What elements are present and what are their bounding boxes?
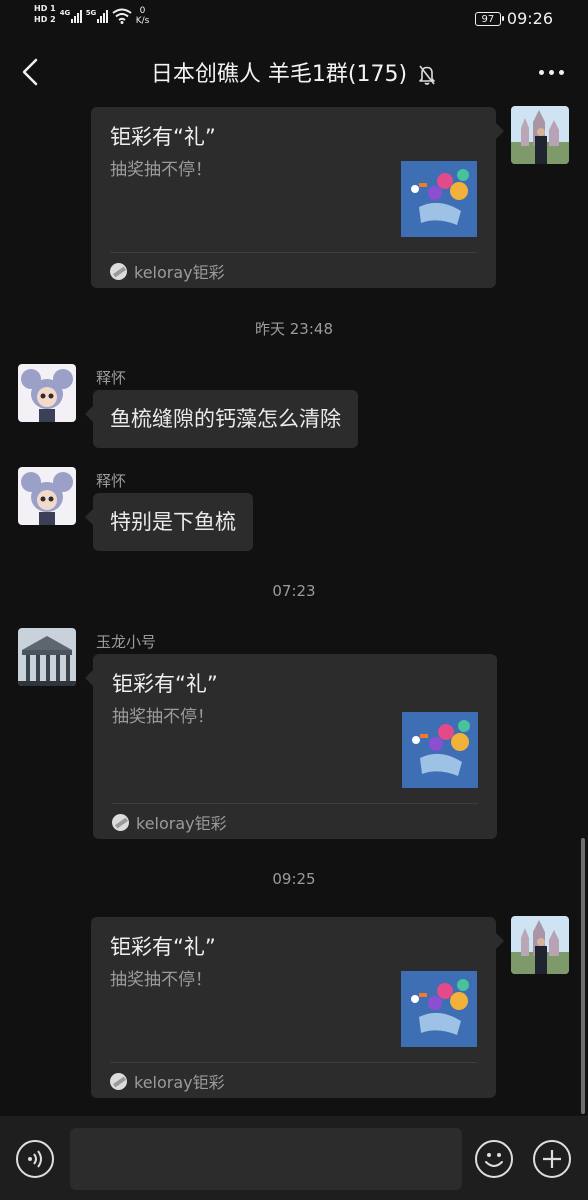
sender-name: 玉龙小号 <box>96 633 157 651</box>
card-title: 钜彩有“礼” <box>112 672 218 696</box>
status-bar: HD 1 HD 2 4G 5G 0 K/s 97 09:26 <box>0 0 588 38</box>
timestamp: 09:25 <box>272 870 316 888</box>
sender-avatar[interactable] <box>18 467 76 525</box>
mouse-doll-avatar-icon <box>18 467 76 525</box>
link-card[interactable]: 钜彩有“礼” 抽奖抽不停！ keloray钜彩 <box>91 917 504 1098</box>
card-description: 抽奖抽不停！ <box>110 160 212 180</box>
bubble-tail <box>85 670 93 686</box>
castle-photo-icon <box>511 106 569 164</box>
card-source: keloray钜彩 <box>110 1069 225 1093</box>
signal-5g-icon: 5G <box>86 9 108 23</box>
source-logo-icon <box>112 813 129 831</box>
source-logo-icon <box>110 1072 127 1090</box>
plus-icon[interactable] <box>533 1140 571 1178</box>
chat-header: 日本创礁人 羊毛1群(175) <box>0 42 588 102</box>
battery-icon: 97 <box>474 11 504 26</box>
message-text: 鱼梳缝隙的钙藻怎么清除 <box>110 407 341 431</box>
chat-title: 日本创礁人 羊毛1群(175) <box>150 62 408 87</box>
card-description: 抽奖抽不停！ <box>110 970 212 990</box>
sim2-label: HD 2 <box>34 15 56 24</box>
castle-photo-icon <box>511 916 569 974</box>
text-message[interactable]: 特别是下鱼梳 <box>85 493 253 551</box>
sender-avatar[interactable] <box>18 364 76 422</box>
card-source: keloray钜彩 <box>112 810 227 834</box>
card-source-name: keloray钜彩 <box>134 1073 225 1092</box>
card-source-name: keloray钜彩 <box>134 263 225 282</box>
text-message[interactable]: 鱼梳缝隙的钙藻怎么清除 <box>85 390 358 448</box>
more-dots-icon[interactable] <box>539 70 564 75</box>
card-source: keloray钜彩 <box>110 259 225 283</box>
network-speed: 0 K/s <box>135 6 150 26</box>
card-thumbnail <box>401 971 477 1047</box>
sim-indicators: HD 1 HD 2 <box>34 4 56 24</box>
card-title: 钜彩有“礼” <box>110 935 216 959</box>
sender-name: 释怀 <box>96 369 127 387</box>
card-divider <box>110 252 477 253</box>
building-photo-icon <box>18 628 76 686</box>
link-card[interactable]: 钜彩有“礼” 抽奖抽不停！ keloray钜彩 <box>85 654 497 839</box>
status-right: 97 09:26 <box>474 9 553 28</box>
card-thumbnail <box>402 712 478 788</box>
bubble-tail <box>85 406 93 422</box>
message-input[interactable] <box>70 1128 462 1190</box>
sender-name: 释怀 <box>96 472 127 490</box>
bell-off-icon <box>419 65 435 85</box>
timestamp: 07:23 <box>272 582 316 600</box>
clock: 09:26 <box>506 9 553 28</box>
coral-thumbnail-icon <box>401 971 477 1047</box>
bubble-tail <box>496 933 504 949</box>
card-description: 抽奖抽不停！ <box>112 707 214 727</box>
message-text: 特别是下鱼梳 <box>110 510 236 534</box>
self-avatar[interactable] <box>511 916 569 974</box>
input-bar <box>0 1116 588 1200</box>
self-avatar[interactable] <box>511 106 569 164</box>
sim1-label: HD 1 <box>34 4 56 13</box>
coral-thumbnail-icon <box>401 161 477 237</box>
bubble-tail <box>85 509 93 525</box>
card-title: 钜彩有“礼” <box>110 125 216 149</box>
card-divider <box>112 803 478 804</box>
coral-thumbnail-icon <box>402 712 478 788</box>
chat-scrollbar[interactable] <box>581 838 585 1114</box>
wifi-icon <box>112 8 132 24</box>
message-list[interactable]: 钜彩有“礼” 抽奖抽不停！ keloray钜彩 昨天 23:48 释怀 鱼梳缝隙… <box>0 100 588 1116</box>
card-thumbnail <box>401 161 477 237</box>
source-logo-icon <box>110 262 127 280</box>
status-left: HD 1 HD 2 4G 5G 0 K/s <box>34 4 149 34</box>
chat-title-wrap: 日本创礁人 羊毛1群(175) <box>0 56 588 88</box>
voice-icon[interactable] <box>16 1140 54 1178</box>
emoji-icon[interactable] <box>475 1140 513 1178</box>
card-divider <box>110 1062 477 1063</box>
card-source-name: keloray钜彩 <box>136 814 227 833</box>
bubble-tail <box>496 123 504 139</box>
sender-avatar[interactable] <box>18 628 76 686</box>
signal-4g-icon: 4G <box>60 9 82 23</box>
timestamp: 昨天 23:48 <box>255 320 333 338</box>
link-card[interactable]: 钜彩有“礼” 抽奖抽不停！ keloray钜彩 <box>91 107 504 288</box>
mouse-doll-avatar-icon <box>18 364 76 422</box>
